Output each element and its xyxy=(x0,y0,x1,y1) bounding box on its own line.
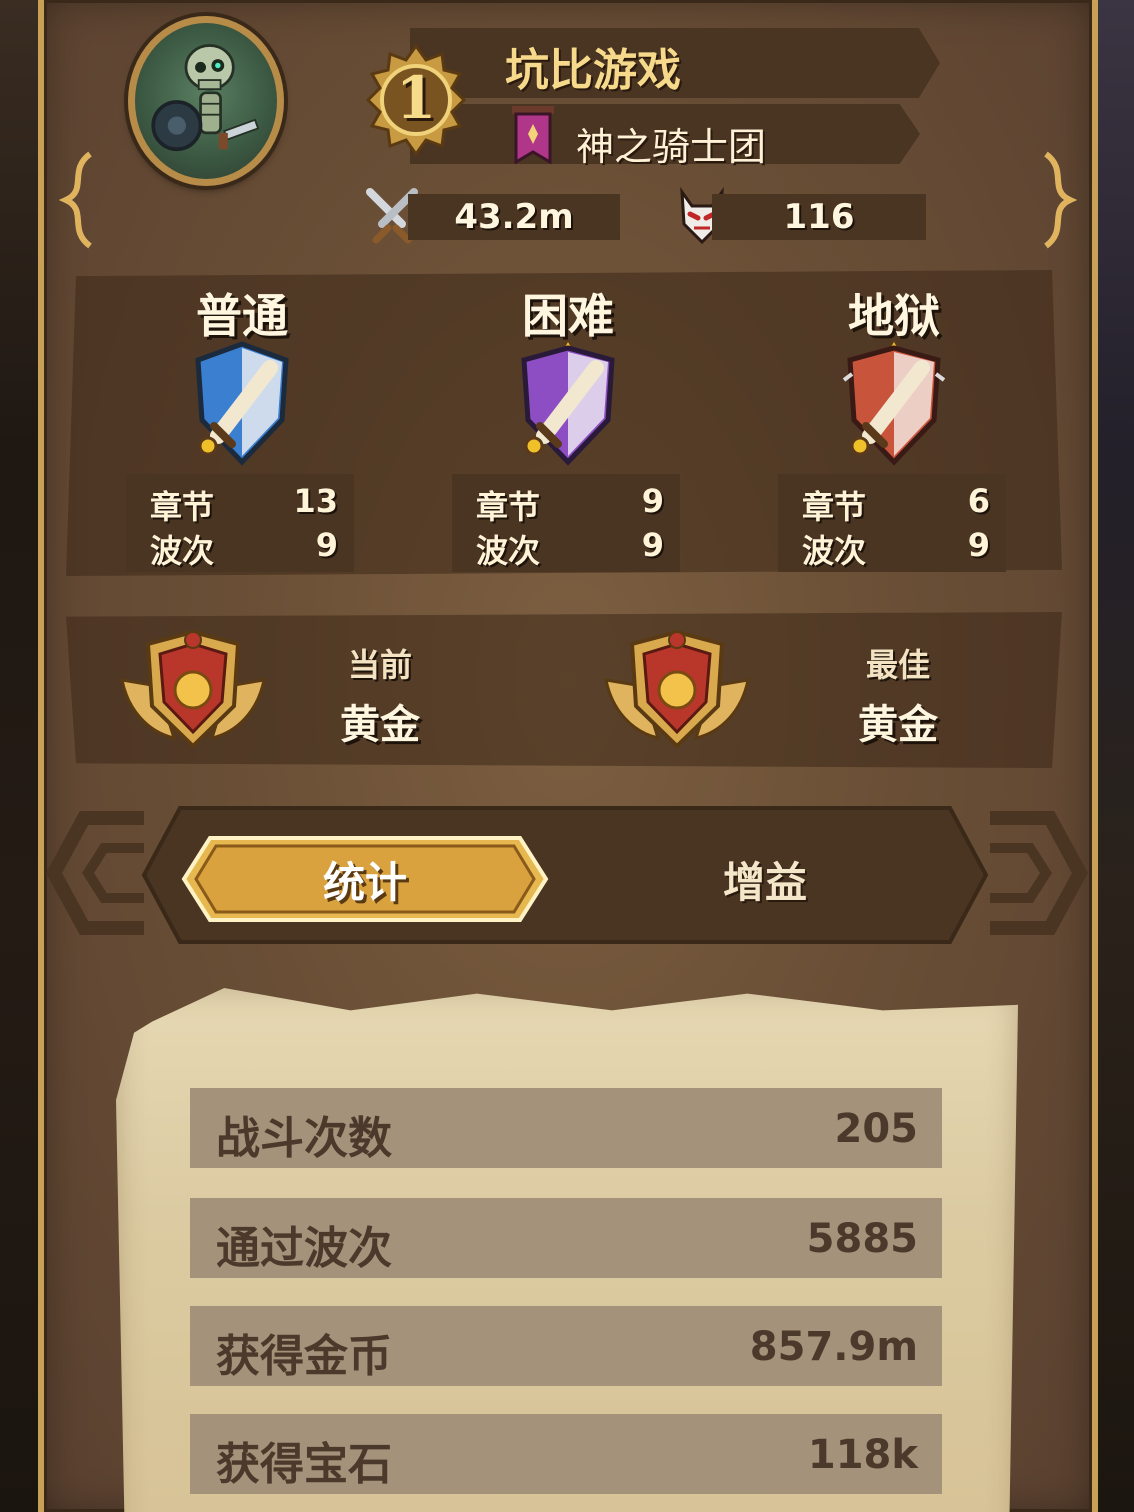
gold-league-emblem-icon xyxy=(602,626,752,752)
wave-value: 9 xyxy=(641,526,664,564)
rank-number: 1 xyxy=(395,64,437,132)
panel-corner-ornament-icon xyxy=(58,150,98,250)
stat-label: 战斗次数 xyxy=(216,1113,392,1164)
shield-sword-icon xyxy=(514,337,622,468)
kills-value: 116 xyxy=(712,194,926,240)
stat-value: 857.9m xyxy=(749,1324,918,1370)
player-avatar[interactable] xyxy=(128,16,284,186)
stat-row-gold: 获得金币 857.9m xyxy=(190,1306,942,1386)
stat-row-waves: 通过波次 5885 xyxy=(190,1198,942,1278)
tab-buffs-label: 增益 xyxy=(722,857,807,907)
difficulty-title: 地狱 xyxy=(848,289,940,343)
difficulty-hell[interactable]: 地狱 章节 6 波次 9 xyxy=(778,270,1010,576)
difficulty-title: 困难 xyxy=(522,289,614,343)
guild-name[interactable]: 神之骑士团 xyxy=(576,116,766,171)
best-league-value: 黄金 xyxy=(858,702,938,748)
chapter-label: 章节 xyxy=(476,488,541,526)
stat-value: 5885 xyxy=(806,1216,918,1262)
tab-ornament-icon xyxy=(44,808,154,938)
chapter-value: 13 xyxy=(293,482,338,520)
player-name: 坑比游戏 xyxy=(505,45,681,96)
stat-value: 118k xyxy=(807,1432,918,1478)
chapter-value: 9 xyxy=(641,482,664,520)
difficulty-hard[interactable]: 困难 章节 9 波次 9 xyxy=(452,270,684,576)
tab-statistics[interactable]: 统计 xyxy=(180,834,550,924)
stat-label: 获得宝石 xyxy=(216,1439,392,1490)
rank-badge-icon: 1 xyxy=(356,40,476,160)
backdrop-left xyxy=(0,0,40,1512)
tab-ornament-icon xyxy=(980,808,1090,938)
chapter-label: 章节 xyxy=(150,488,215,526)
wave-label: 波次 xyxy=(476,532,541,570)
tab-statistics-label: 统计 xyxy=(322,857,407,907)
difficulty-normal[interactable]: 普通 章节 13 波次 9 xyxy=(126,270,358,576)
chapter-label: 章节 xyxy=(802,488,867,526)
wave-label: 波次 xyxy=(150,532,215,570)
backdrop-right xyxy=(1094,0,1134,1512)
guild-flag-icon xyxy=(508,106,558,165)
shield-sword-icon xyxy=(840,337,948,468)
current-league-label: 当前 xyxy=(347,646,412,684)
gold-league-emblem-icon xyxy=(118,626,268,752)
panel-corner-ornament-icon xyxy=(1038,150,1078,250)
power-value: 43.2m xyxy=(408,194,620,240)
chapter-value: 6 xyxy=(967,482,990,520)
difficulty-title: 普通 xyxy=(196,289,288,343)
difficulty-stats: 章节 6 波次 9 xyxy=(778,474,1006,572)
wave-value: 9 xyxy=(967,526,990,564)
difficulty-stats: 章节 13 波次 9 xyxy=(126,474,354,572)
stat-label: 获得金币 xyxy=(216,1331,392,1382)
tab-buffs[interactable]: 增益 xyxy=(620,834,910,924)
wave-label: 波次 xyxy=(802,532,867,570)
shield-sword-icon xyxy=(188,340,296,468)
stat-row-battles: 战斗次数 205 xyxy=(190,1088,942,1168)
stat-value: 205 xyxy=(834,1106,919,1152)
difficulty-stats: 章节 9 波次 9 xyxy=(452,474,680,572)
wave-value: 9 xyxy=(315,526,338,564)
stat-label: 通过波次 xyxy=(216,1223,392,1274)
stat-row-gems: 获得宝石 118k xyxy=(190,1414,942,1494)
best-league-label: 最佳 xyxy=(865,646,930,684)
current-league-value: 黄金 xyxy=(340,702,420,748)
